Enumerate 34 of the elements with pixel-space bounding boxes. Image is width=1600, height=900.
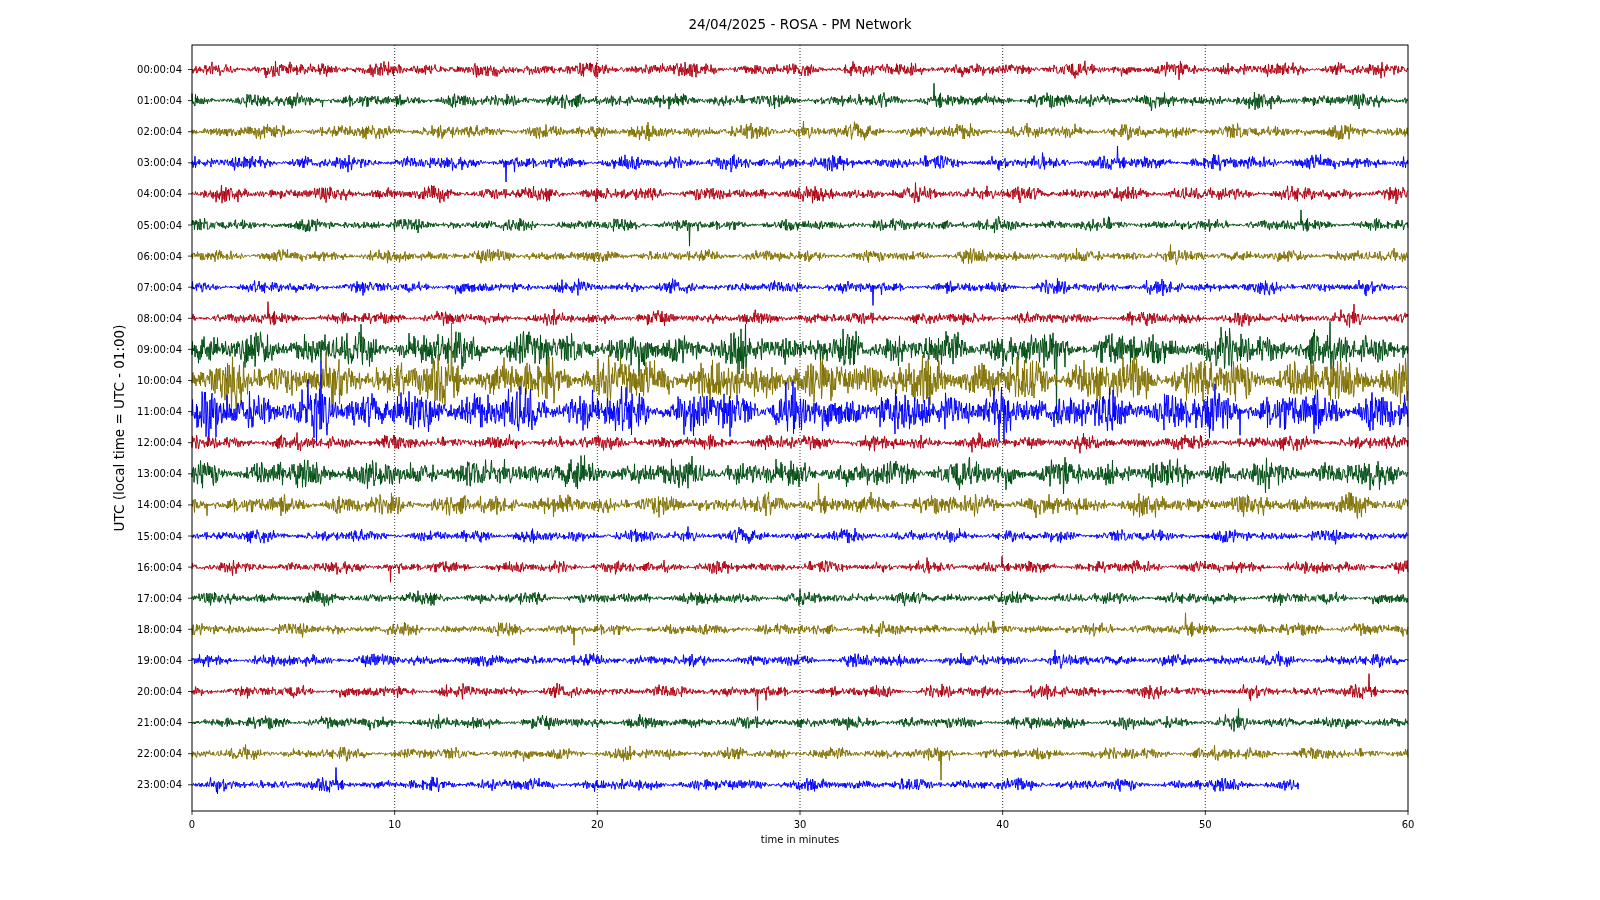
y-tick-label: 00:00:04 [137, 64, 182, 75]
y-tick-label: 21:00:04 [137, 717, 182, 729]
y-tick-label: 05:00:04 [137, 219, 182, 231]
x-axis-label: time in minutes [760, 834, 840, 845]
x-tick-label: 0 [188, 819, 196, 830]
y-tick-label: 11:00:04 [137, 406, 182, 418]
y-tick-label: 23:00:04 [137, 779, 182, 791]
y-axis-label: UTC (local time = UTC - 01:00) [111, 324, 127, 532]
x-tick-label: 50 [1198, 819, 1212, 830]
y-tick-label: 20:00:04 [137, 686, 182, 697]
chart-title: 24/04/2025 - ROSA - PM Network [688, 16, 912, 32]
y-tick-label: 16:00:04 [137, 561, 182, 573]
y-tick-label: 18:00:04 [137, 623, 182, 635]
y-tick-label: 04:00:04 [137, 188, 182, 200]
y-tick-label: 10:00:04 [137, 375, 182, 386]
x-tick-label: 20 [590, 819, 604, 830]
y-tick-label: 08:00:04 [137, 312, 182, 324]
y-tick-label: 17:00:04 [137, 592, 182, 604]
x-tick-label: 30 [793, 819, 807, 830]
y-tick-label: 12:00:04 [137, 437, 182, 449]
y-tick-label: 01:00:04 [137, 95, 182, 107]
y-tick-label: 06:00:04 [137, 250, 182, 262]
y-tick-label: 15:00:04 [137, 530, 182, 542]
y-tick-label: 19:00:04 [137, 654, 182, 666]
y-tick-label: 14:00:04 [137, 499, 182, 511]
x-tick-label: 40 [996, 819, 1010, 830]
y-tick-label: 07:00:04 [137, 281, 182, 293]
x-tick-label: 10 [388, 819, 402, 830]
x-tick-label: 60 [1401, 819, 1415, 830]
y-tick-label: 03:00:04 [137, 157, 182, 169]
y-tick-label: 02:00:04 [137, 126, 182, 138]
y-tick-label: 22:00:04 [137, 748, 182, 760]
y-tick-label: 09:00:04 [137, 343, 182, 355]
y-tick-label: 13:00:04 [137, 468, 182, 480]
